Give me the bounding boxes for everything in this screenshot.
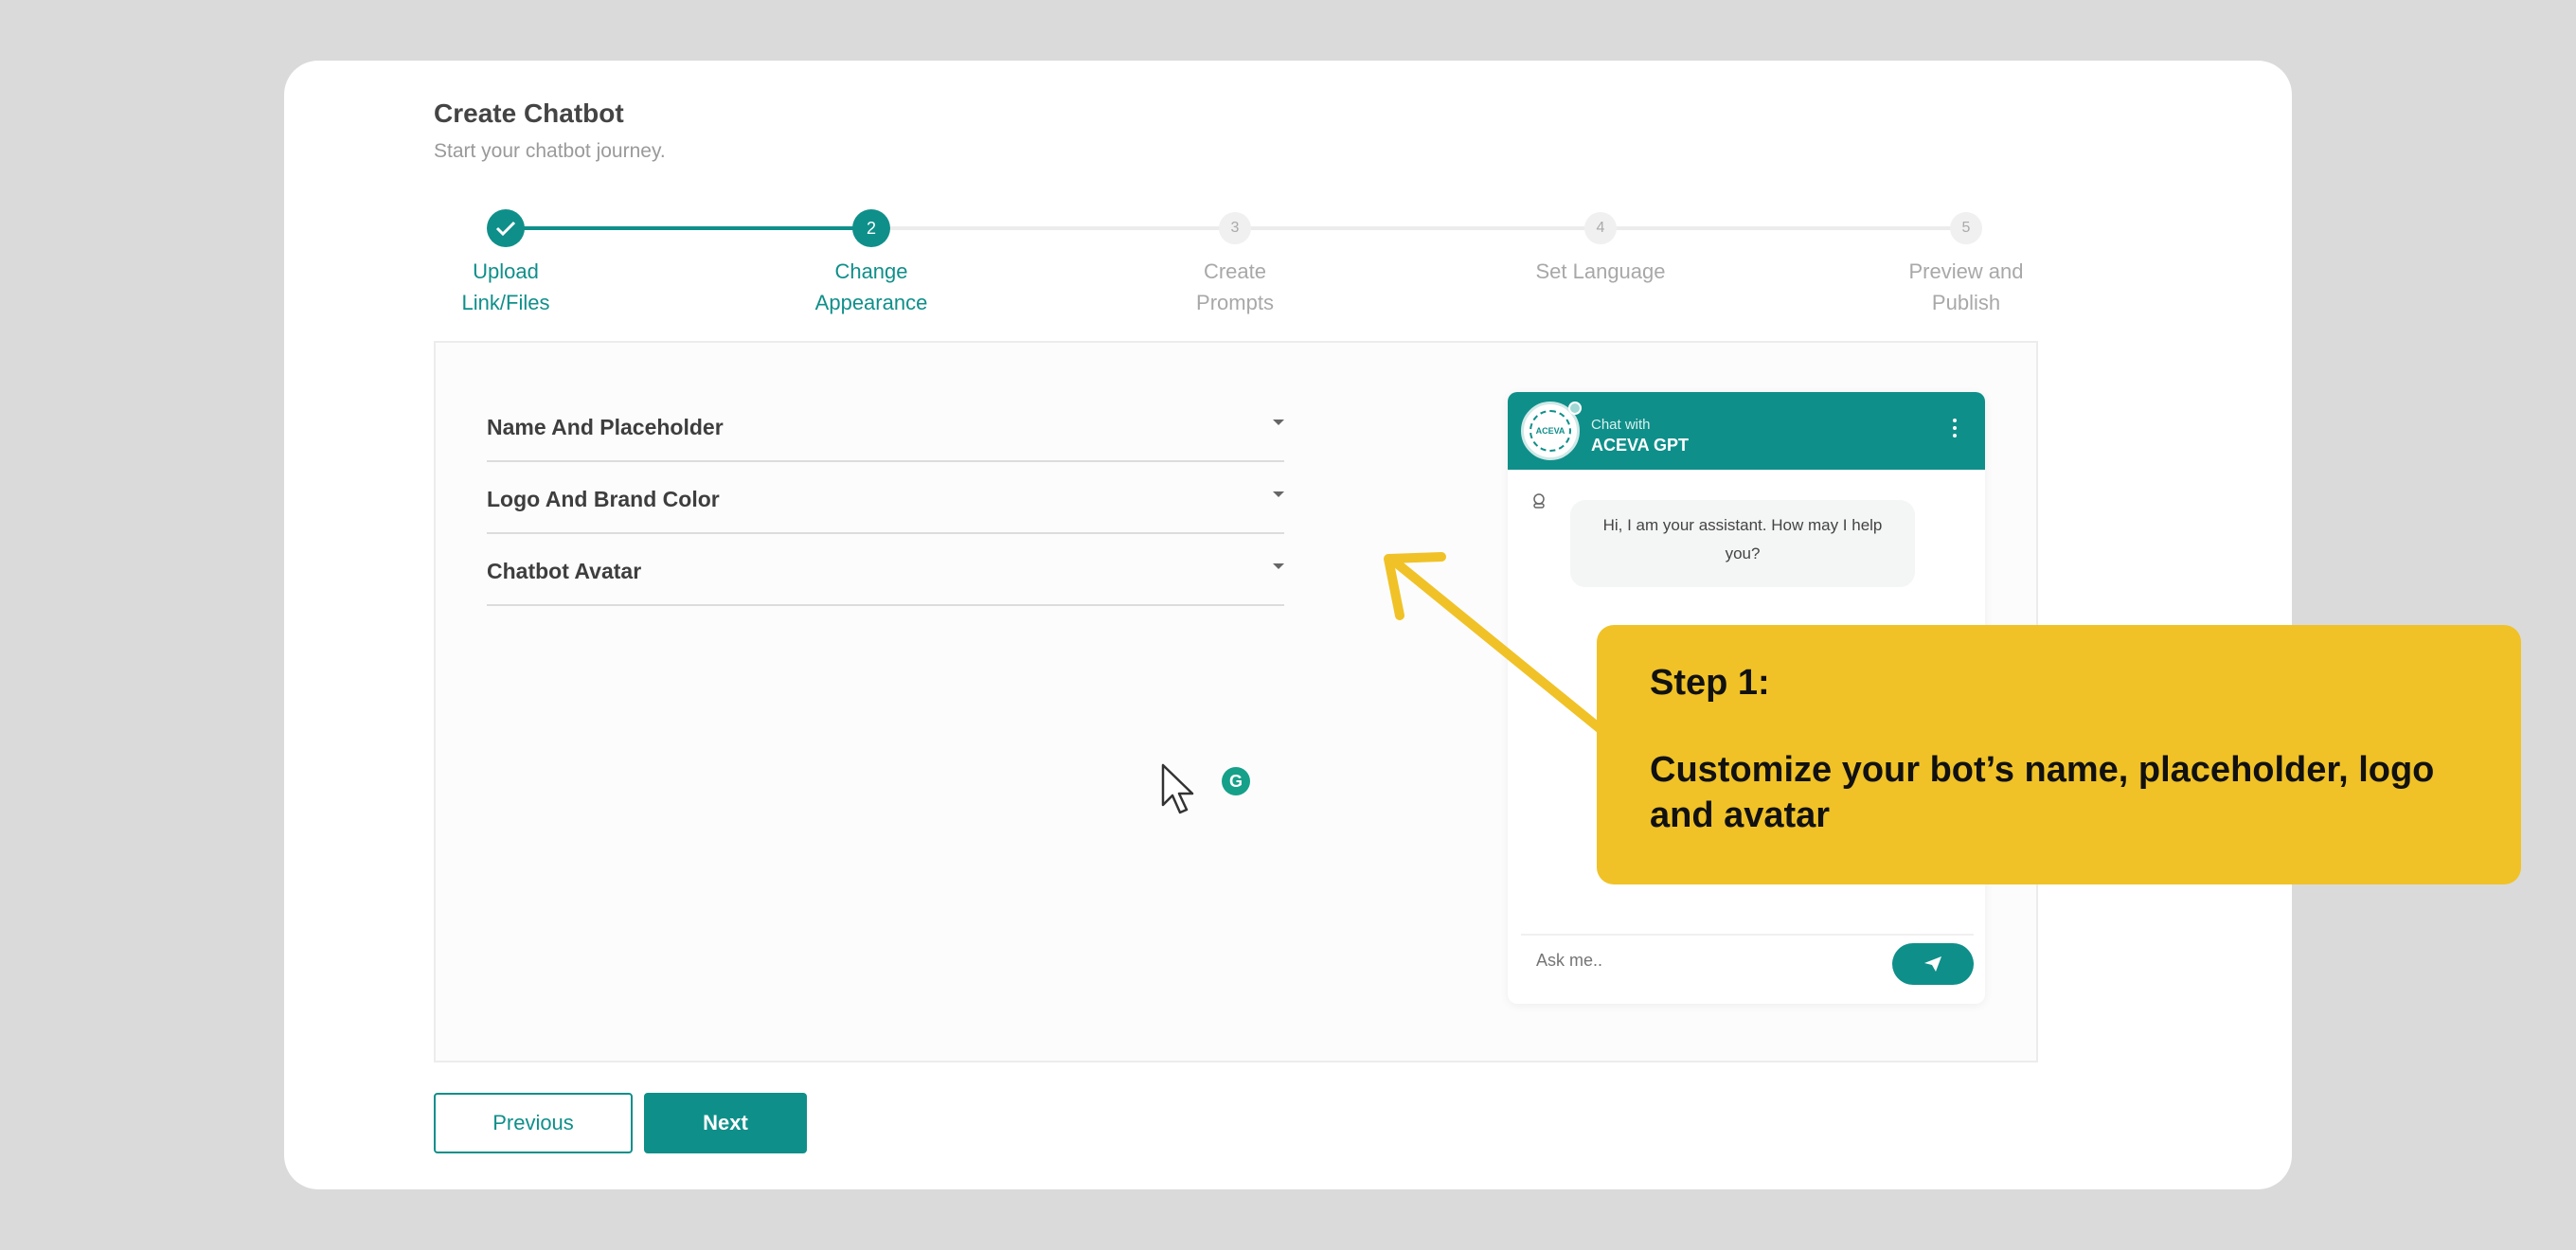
callout-body: Customize your bot’s name, placeholder, … bbox=[1650, 750, 2435, 835]
callout-title: Step 1: bbox=[1650, 663, 1770, 703]
tutorial-callout: Step 1: Customize your bot’s name, place… bbox=[1597, 625, 2521, 884]
